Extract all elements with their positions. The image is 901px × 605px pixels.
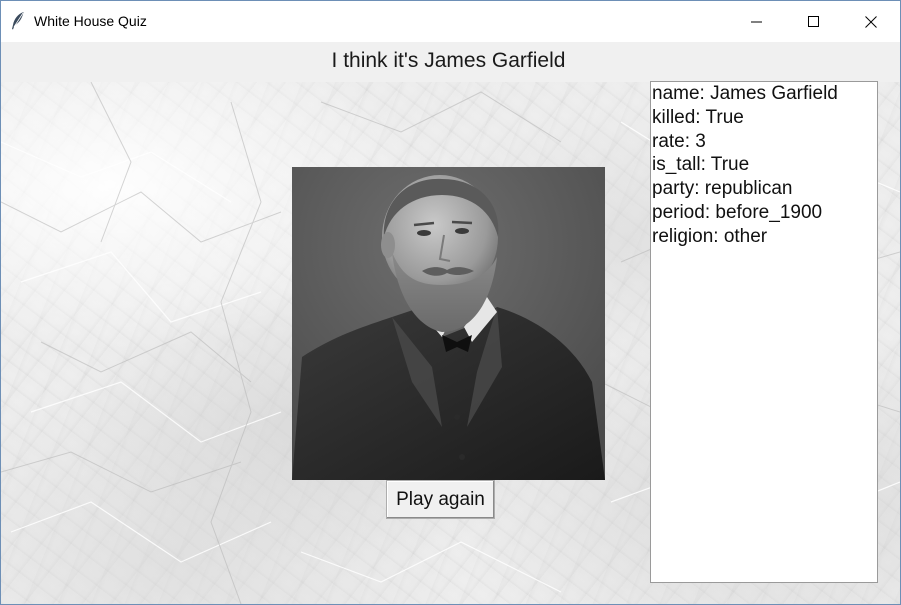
attr-party: party: republican bbox=[652, 178, 793, 200]
attr-killed: killed: True bbox=[652, 106, 744, 128]
maximize-button[interactable] bbox=[785, 1, 842, 42]
attr-period: period: before_1900 bbox=[652, 201, 823, 223]
main-content: Play again name: James Garfield killed: … bbox=[1, 81, 900, 604]
portrait-photo bbox=[292, 167, 605, 480]
app-window: White House Quiz I think it's James Garf… bbox=[0, 0, 901, 605]
close-icon bbox=[864, 15, 877, 28]
attr-rate: rate: 3 bbox=[652, 130, 706, 152]
attr-religion: religion: other bbox=[652, 225, 768, 247]
title-bar[interactable]: White House Quiz bbox=[1, 1, 900, 42]
minimize-icon bbox=[750, 21, 762, 22]
attributes-textbox[interactable]: name: James Garfield killed: True rate: … bbox=[650, 81, 878, 583]
attr-name: name: James Garfield bbox=[652, 83, 838, 104]
answer-label: I think it's James Garfield bbox=[331, 49, 566, 72]
window-title: White House Quiz bbox=[34, 13, 147, 29]
feather-icon bbox=[12, 12, 24, 30]
minimize-button[interactable] bbox=[728, 1, 785, 42]
attr-is-tall: is_tall: True bbox=[652, 154, 750, 176]
president-portrait bbox=[292, 167, 605, 480]
maximize-icon bbox=[807, 15, 819, 27]
close-button[interactable] bbox=[842, 1, 899, 42]
answer-header: I think it's James Garfield bbox=[1, 42, 900, 82]
play-again-button[interactable]: Play again bbox=[386, 480, 495, 519]
